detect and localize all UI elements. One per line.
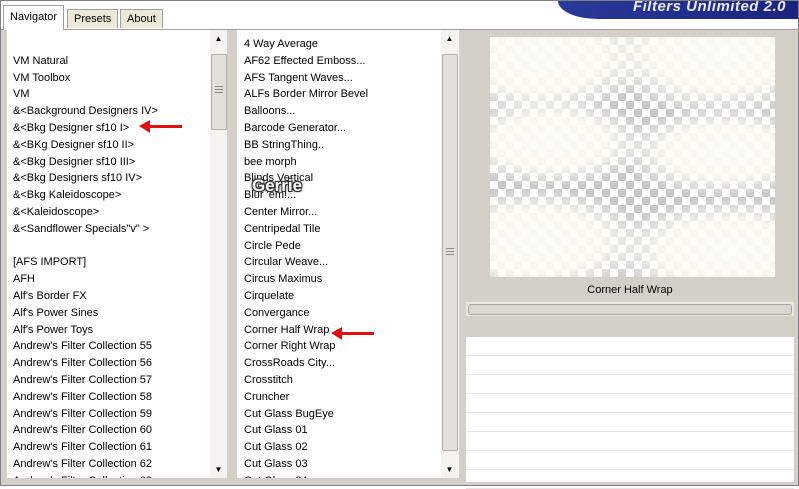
category-list-item[interactable]: Andrew's Filter Collection 63 [13, 473, 210, 478]
preview-image [490, 37, 775, 277]
category-list-item[interactable]: Alf's Power Sines [13, 305, 210, 322]
category-list-item[interactable]: Andrew's Filter Collection 59 [13, 406, 210, 423]
category-list-item[interactable]: &<BKg Designer sf10 II> [13, 137, 210, 154]
category-list-item[interactable]: Andrew's Filter Collection 58 [13, 389, 210, 406]
category-list-item[interactable]: Andrew's Filter Collection 55 [13, 338, 210, 355]
category-list[interactable]: VM Natural VM Toolbox VM &<Background Desig… [7, 36, 210, 478]
category-scrollbar[interactable]: ▲ ▼ [210, 30, 227, 478]
filter-list-item[interactable]: Crosstitch [244, 372, 442, 389]
filter-list-item[interactable]: AF62 Effected Emboss... [244, 53, 442, 70]
category-list-item[interactable]: &<Bkg Designer sf10 I> [13, 120, 210, 137]
filter-scrollbar[interactable]: ▲ ▼ [441, 30, 458, 478]
filter-list-item[interactable]: Barcode Generator... [244, 120, 442, 137]
category-list-item[interactable]: &<Background Designers IV> [13, 103, 210, 120]
filter-list-item[interactable]: ALFs Border Mirror Bevel [244, 86, 442, 103]
filter-list-item[interactable]: Cut Glass 01 [244, 422, 442, 439]
filter-list-item[interactable]: bee morph [244, 154, 442, 171]
category-list-item[interactable]: Alf's Power Toys [13, 322, 210, 339]
filter-list-item[interactable]: Circle Pede [244, 238, 442, 255]
tab-presets[interactable]: Presets [67, 9, 119, 28]
filter-list-item[interactable]: Corner Right Wrap [244, 338, 442, 355]
category-list-item[interactable]: &<Sandflower Specials"v" > [13, 221, 210, 238]
red-arrow-pointer-icon [331, 327, 374, 340]
filter-list-item[interactable]: Cut Glass 02 [244, 439, 442, 456]
filter-list-item[interactable]: Cut Glass 04 [244, 473, 442, 478]
watermark-text: Gerrie [252, 176, 303, 195]
filter-list-item[interactable]: BB StringThing.. [244, 137, 442, 154]
filter-list-item[interactable]: Circular Weave... [244, 254, 442, 271]
preview-horizontal-scrollbar[interactable] [466, 302, 794, 316]
filter-list-item[interactable]: Cut Glass 03 [244, 456, 442, 473]
category-list-item[interactable]: VM [13, 86, 210, 103]
scroll-down-icon[interactable]: ▼ [210, 461, 227, 478]
filter-list-item[interactable]: Corner Half Wrap [244, 322, 442, 339]
scroll-down-icon[interactable]: ▼ [441, 461, 458, 478]
category-list-item[interactable]: Andrew's Filter Collection 57 [13, 372, 210, 389]
scroll-up-icon[interactable]: ▲ [210, 30, 227, 47]
category-list-item[interactable]: Andrew's Filter Collection 61 [13, 439, 210, 456]
filters-unlimited-window: Navigator Presets About Filters Unlimite… [0, 0, 799, 489]
category-list-item[interactable]: AFH [13, 271, 210, 288]
category-list-item [13, 238, 210, 255]
filter-list-item[interactable]: Centripedal Tile [244, 221, 442, 238]
filter-list-item[interactable]: Cruncher [244, 389, 442, 406]
tab-navigator[interactable]: Navigator [3, 5, 65, 30]
category-list-item[interactable]: VM Natural [13, 53, 210, 70]
category-list-item[interactable]: &<Bkg Designer sf10 III> [13, 154, 210, 171]
category-list-item[interactable]: Andrew's Filter Collection 56 [13, 355, 210, 372]
category-list-item[interactable]: Andrew's Filter Collection 60 [13, 422, 210, 439]
filter-list-item[interactable]: Cirquelate [244, 288, 442, 305]
filter-list-item[interactable]: CrossRoads City... [244, 355, 442, 372]
preview-scroll-thumb[interactable] [468, 304, 792, 315]
category-list-item[interactable]: [AFS IMPORT] [13, 254, 210, 271]
category-panel: VM Natural VM Toolbox VM &<Background Desig… [7, 30, 227, 478]
tab-bar: Navigator Presets About Filters Unlimite… [1, 1, 798, 30]
filter-list[interactable]: 4 Way Average AF62 Effected Emboss... AFS … [237, 36, 442, 478]
filter-list-item[interactable]: Balloons... [244, 103, 442, 120]
parameter-area [466, 337, 794, 489]
category-list-item[interactable]: Andrew's Filter Collection 62 [13, 456, 210, 473]
category-list-item[interactable]: &<Bkg Designers sf10 IV> [13, 170, 210, 187]
filter-list-item[interactable]: 4 Way Average [244, 36, 442, 53]
category-list-item[interactable]: Alf's Border FX [13, 288, 210, 305]
filter-list-item[interactable]: Convergance [244, 305, 442, 322]
banner-title: Filters Unlimited 2.0 [632, 1, 786, 15]
category-list-item [13, 36, 210, 53]
app-banner: Filters Unlimited 2.0 [558, 1, 798, 19]
filter-scroll-thumb[interactable] [442, 54, 458, 451]
category-list-item[interactable]: &<Kaleidoscope> [13, 204, 210, 221]
filter-list-item[interactable]: Center Mirror... [244, 204, 442, 221]
filter-panel: 4 Way Average AF62 Effected Emboss... AFS … [237, 30, 459, 478]
filter-list-item[interactable]: AFS Tangent Waves... [244, 70, 442, 87]
selected-filter-name: Corner Half Wrap [466, 280, 794, 300]
scroll-up-icon[interactable]: ▲ [441, 30, 458, 47]
red-arrow-pointer-icon [139, 120, 182, 133]
category-scroll-thumb[interactable] [211, 54, 227, 130]
tab-about[interactable]: About [120, 9, 163, 28]
category-list-item[interactable]: VM Toolbox [13, 70, 210, 87]
filter-list-item[interactable]: Circus Maximus [244, 271, 442, 288]
category-list-item[interactable]: &<Bkg Kaleidoscope> [13, 187, 210, 204]
filter-list-item[interactable]: Cut Glass BugEye [244, 406, 442, 423]
